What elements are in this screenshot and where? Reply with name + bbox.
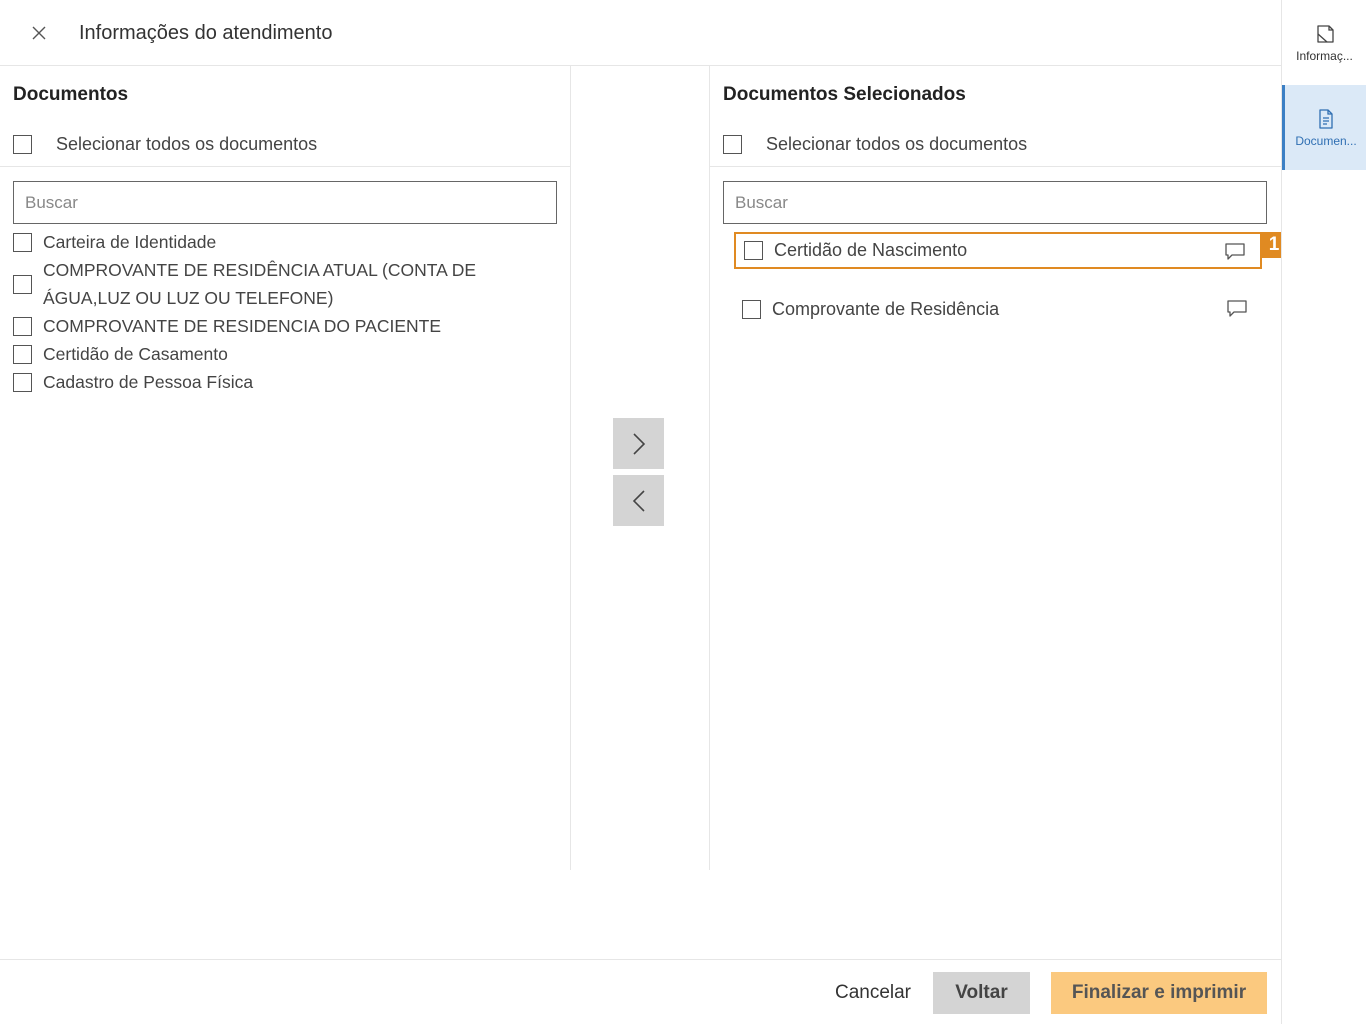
- item-checkbox[interactable]: [13, 344, 32, 364]
- header: Informações do atendimento: [0, 0, 1281, 66]
- select-all-selected-documents[interactable]: Selecionar todos os documentos: [723, 134, 1027, 155]
- item-label: COMPROVANTE DE RESIDÊNCIA ATUAL (CONTA D…: [43, 256, 476, 312]
- info-document-icon: [1316, 24, 1334, 43]
- list-item[interactable]: Certidão de Casamento: [13, 340, 543, 368]
- transfer-controls: [571, 66, 710, 870]
- documents-title: Documentos: [13, 84, 129, 105]
- list-item[interactable]: Carteira de Identidade: [13, 228, 543, 256]
- item-label: Comprovante de Residência: [772, 299, 1000, 319]
- comment-icon[interactable]: [1224, 242, 1246, 262]
- item-checkbox[interactable]: [13, 274, 32, 294]
- item-checkbox[interactable]: [13, 316, 32, 336]
- side-nav-item-informacoes[interactable]: Informaç...: [1282, 0, 1366, 85]
- item-label: Certidão de Nascimento: [774, 240, 968, 260]
- documents-panel: Documentos Selecionar todos os documento…: [0, 66, 571, 870]
- list-item[interactable]: Cadastro de Pessoa Física: [13, 368, 543, 396]
- item-checkbox[interactable]: [13, 232, 32, 252]
- comment-icon[interactable]: [1226, 299, 1248, 319]
- chevron-left-icon: [632, 489, 645, 512]
- page-title: Informações do atendimento: [79, 22, 333, 44]
- chevron-right-icon: [632, 432, 645, 455]
- list-item[interactable]: Certidão de Nascimento 1: [734, 232, 1287, 269]
- item-checkbox[interactable]: [744, 241, 763, 260]
- close-icon: [32, 26, 46, 40]
- item-label-line-2: ÁGUA,LUZ OU LUZ OU TELEFONE): [43, 288, 334, 308]
- list-item[interactable]: COMPROVANTE DE RESIDÊNCIA ATUAL (CONTA D…: [13, 256, 543, 312]
- divider: [0, 166, 570, 167]
- side-nav: Informaç... Documen...: [1281, 0, 1366, 1024]
- list-item[interactable]: Comprovante de Residência: [734, 291, 1262, 328]
- item-label: Cadastro de Pessoa Física: [43, 372, 254, 392]
- move-right-button[interactable]: [613, 418, 664, 469]
- selected-documents-list: Certidão de Nascimento 1 Comprovante de …: [734, 232, 1287, 350]
- select-all-documents[interactable]: Selecionar todos os documentos: [13, 134, 317, 155]
- main-panel: Informações do atendimento Documentos Se…: [0, 0, 1287, 1024]
- item-checkbox[interactable]: [13, 372, 32, 392]
- item-checkbox[interactable]: [742, 300, 761, 319]
- select-all-checkbox[interactable]: [13, 135, 32, 154]
- select-all-label: Selecionar todos os documentos: [766, 134, 1028, 154]
- documents-list: Carteira de Identidade COMPROVANTE DE RE…: [13, 228, 543, 396]
- select-all-checkbox[interactable]: [723, 135, 742, 154]
- document-icon: [1319, 108, 1333, 129]
- finish-and-print-button[interactable]: Finalizar e imprimir: [1051, 972, 1267, 1014]
- select-all-label: Selecionar todos os documentos: [56, 134, 318, 154]
- side-nav-label: Informaç...: [1296, 48, 1353, 63]
- close-button[interactable]: [26, 20, 52, 46]
- side-nav-item-documentos[interactable]: Documen...: [1282, 85, 1366, 170]
- search-input[interactable]: [723, 181, 1267, 224]
- item-label-line-1: COMPROVANTE DE RESIDÊNCIA ATUAL (CONTA D…: [43, 260, 477, 280]
- divider: [710, 166, 1281, 167]
- side-nav-label: Documen...: [1295, 133, 1357, 148]
- item-label: COMPROVANTE DE RESIDENCIA DO PACIENTE: [43, 316, 442, 336]
- back-button[interactable]: Voltar: [933, 972, 1030, 1014]
- item-label: Certidão de Casamento: [43, 344, 228, 364]
- item-label: Carteira de Identidade: [43, 232, 217, 252]
- list-item[interactable]: COMPROVANTE DE RESIDENCIA DO PACIENTE: [13, 312, 543, 340]
- move-left-button[interactable]: [613, 475, 664, 526]
- search-input[interactable]: [13, 181, 557, 224]
- footer: Cancelar Voltar Finalizar e imprimir: [0, 959, 1281, 1024]
- cancel-button[interactable]: Cancelar: [820, 972, 926, 1014]
- selected-documents-panel: Documentos Selecionados Selecionar todos…: [710, 66, 1287, 870]
- selected-documents-title: Documentos Selecionados: [723, 84, 966, 105]
